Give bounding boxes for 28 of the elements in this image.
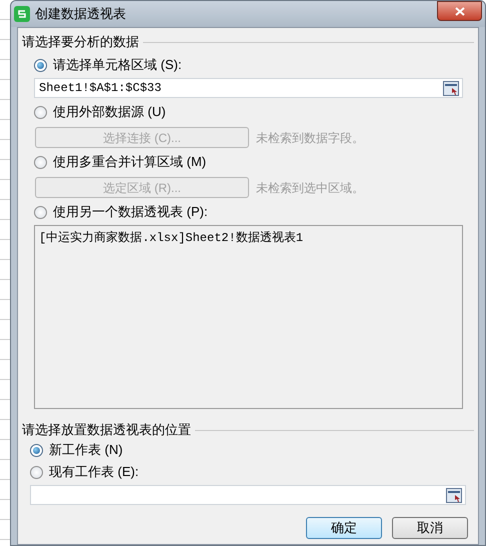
radio-button[interactable] — [34, 58, 47, 72]
radio-button[interactable] — [34, 206, 47, 218]
radio-button[interactable] — [30, 466, 43, 478]
section-heading: 请选择放置数据透视表的位置 — [22, 421, 191, 440]
section-heading: 请选择要分析的数据 — [22, 33, 139, 52]
radio-button[interactable] — [34, 106, 47, 118]
radio-button[interactable] — [34, 156, 47, 168]
radio-label: 使用外部数据源 (U) — [53, 103, 166, 122]
radio-label: 使用多重合并计算区域 (M) — [53, 153, 206, 172]
range-picker-icon[interactable] — [446, 488, 462, 502]
range-picker-icon[interactable] — [443, 80, 459, 96]
status-text: 未检索到选中区域。 — [256, 180, 364, 196]
radio-button[interactable] — [30, 444, 43, 456]
radio-label: 请选择单元格区域 (S): — [53, 56, 182, 74]
status-text: 未检索到数据字段。 — [256, 130, 364, 146]
range-field[interactable]: Sheet1!$A$1:$C$33 — [34, 78, 463, 98]
cancel-button[interactable]: 取消 — [392, 517, 468, 539]
list-item[interactable]: [中运实力商家数据.xlsx]Sheet2!数据透视表1 — [39, 229, 458, 247]
range-field[interactable] — [30, 485, 466, 505]
radio-label: 新工作表 (N) — [49, 441, 123, 460]
close-button[interactable] — [437, 1, 482, 21]
app-logo-icon — [14, 6, 30, 22]
radio-label: 现有工作表 (E): — [49, 463, 139, 482]
close-icon — [454, 6, 464, 16]
window-title: 创建数据透视表 — [35, 5, 126, 24]
pivot-table-list[interactable]: [中运实力商家数据.xlsx]Sheet2!数据透视表1 — [34, 225, 463, 409]
radio-label: 使用另一个数据透视表 (P): — [53, 203, 208, 222]
ok-button[interactable]: 确定 — [306, 517, 382, 539]
